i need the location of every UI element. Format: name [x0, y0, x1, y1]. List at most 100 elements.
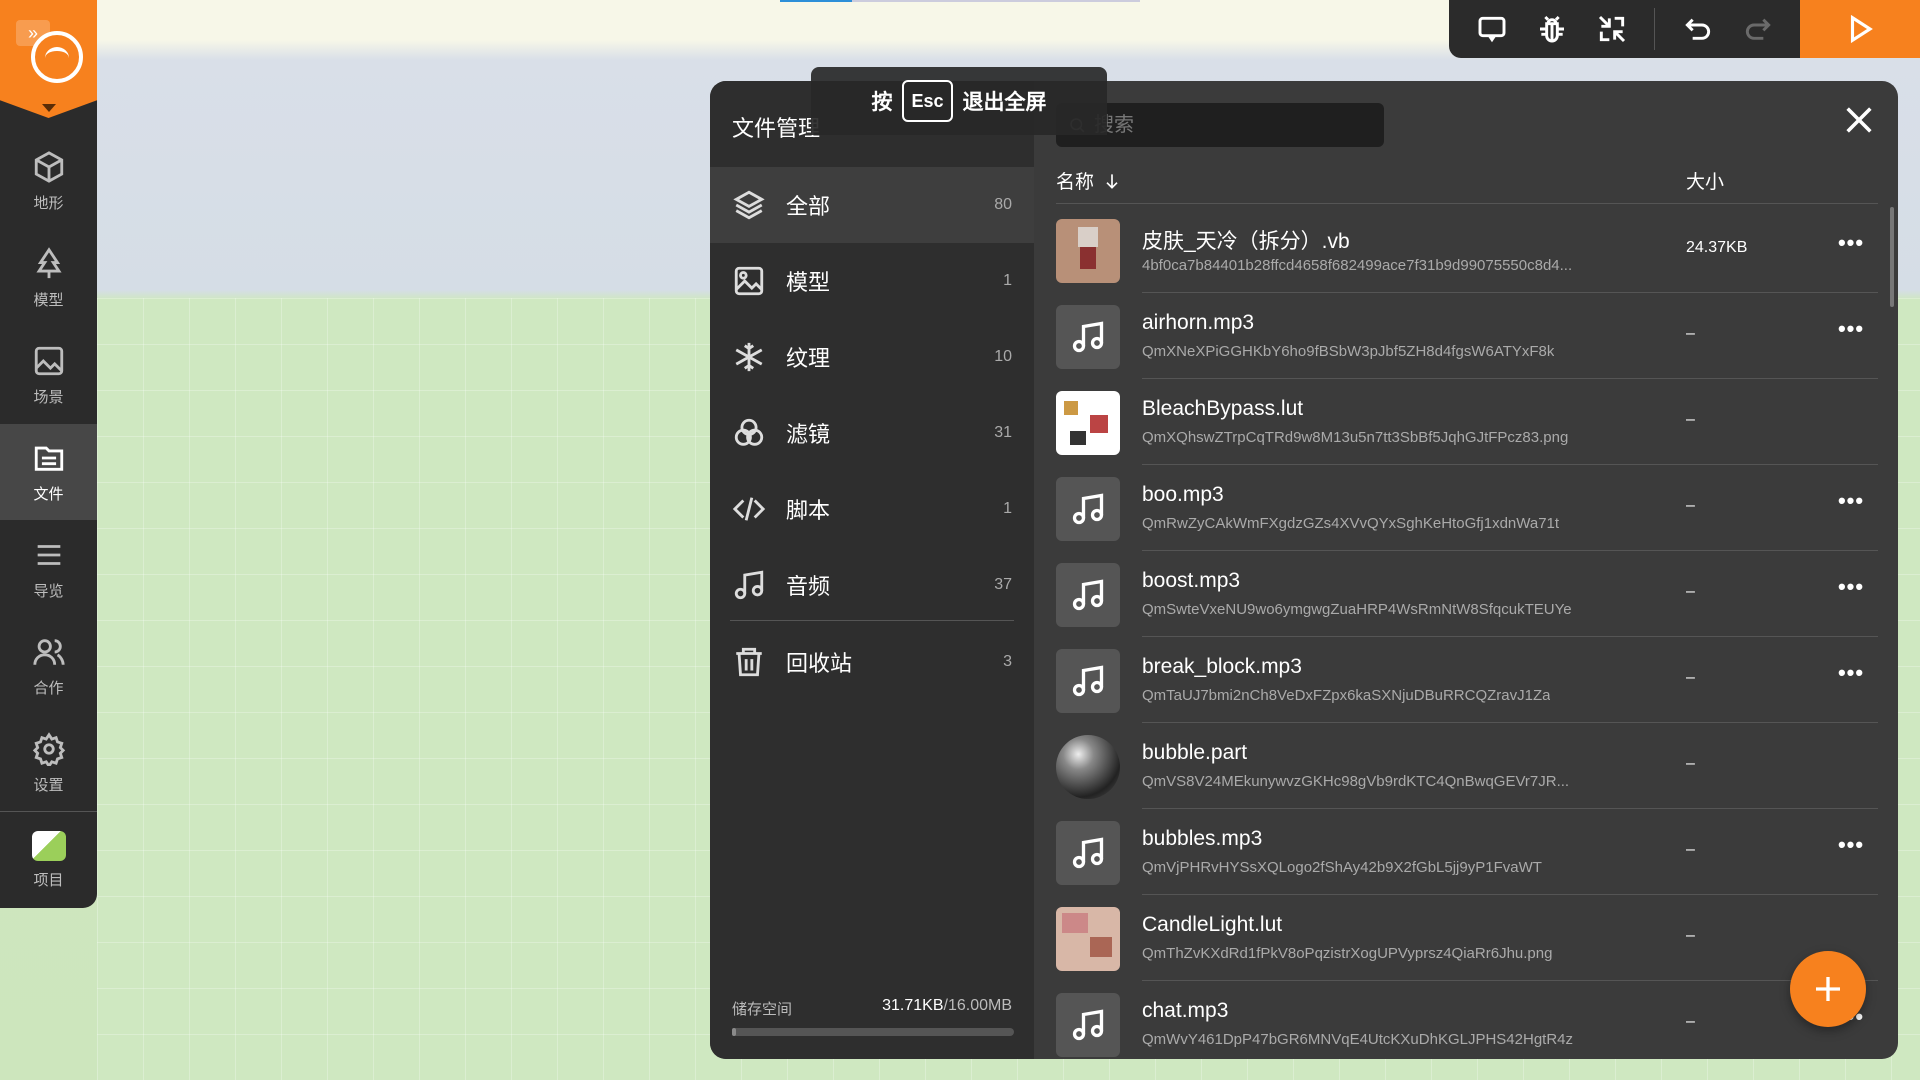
file-hash: QmXNeXPiGGHKbY6ho9fBSbW3pJbf5ZH8d4fgsW6A…	[1142, 343, 1555, 360]
file-row[interactable]: 皮肤_天冷（拆分）.vb 4bf0ca7b84401b28ffcd4658f682…	[1056, 207, 1878, 293]
category-audio[interactable]: 音频 37	[710, 547, 1034, 623]
category-label: 音频	[786, 574, 831, 599]
more-options-icon[interactable]: •••	[1836, 662, 1866, 693]
undo-button[interactable]	[1679, 10, 1717, 48]
file-size: –	[1686, 583, 1695, 600]
debug-button[interactable]	[1533, 10, 1571, 48]
filter-circles-icon	[734, 418, 764, 446]
close-button[interactable]	[1842, 103, 1876, 137]
category-label: 回收站	[786, 651, 853, 676]
category-filters[interactable]: 滤镜 31	[710, 395, 1034, 471]
file-row[interactable]: airhorn.mp3 QmXNeXPiGGHKbY6ho9fBSbW3pJbf5…	[1056, 293, 1878, 379]
file-row[interactable]: chat.mp3 QmWvY461DpP47bGR6MNVqE4UtcKXuDhK…	[1056, 981, 1878, 1059]
file-row[interactable]: bubble.part QmVS8V24MEkunywvzGKHc98gVb9rd…	[1056, 723, 1878, 809]
file-size: –	[1686, 411, 1695, 428]
close-icon	[1846, 107, 1872, 133]
redo-button[interactable]	[1739, 10, 1777, 48]
category-scripts[interactable]: 脚本 1	[710, 471, 1034, 547]
more-options-icon[interactable]: •••	[1836, 232, 1866, 263]
file-name: bubble.part	[1142, 741, 1248, 764]
image-icon	[34, 346, 63, 375]
project-thumbnail	[31, 830, 66, 861]
column-size-header[interactable]: 大小	[1686, 167, 1724, 194]
file-name: BleachBypass.lut	[1142, 397, 1304, 420]
file-name: boo.mp3	[1142, 483, 1224, 506]
file-row[interactable]: BleachBypass.lut QmXQhswZTrpCqTRd9w8M13u5…	[1056, 379, 1878, 465]
file-list-icon	[34, 446, 63, 471]
more-options-icon[interactable]: •••	[1836, 318, 1866, 349]
sidebar-item-label: 设置	[33, 776, 64, 794]
more-options-icon[interactable]: •••	[1836, 834, 1866, 865]
file-thumbnail	[1056, 563, 1120, 627]
add-file-button[interactable]	[1790, 951, 1866, 1027]
cube-icon	[34, 150, 63, 183]
file-row[interactable]: boo.mp3 QmRwZyCAkWmFXgdzGZs4XVvQYxSghKeHt…	[1056, 465, 1878, 551]
column-name-header[interactable]: 名称	[1056, 167, 1122, 194]
hint-suffix: 退出全屏	[962, 91, 1047, 114]
column-size-label: 大小	[1686, 172, 1725, 193]
file-thumbnail	[1056, 305, 1120, 369]
file-thumbnail	[1056, 391, 1120, 455]
run-button[interactable]	[1800, 0, 1920, 58]
exit-fullscreen-button[interactable]	[1593, 10, 1631, 48]
file-row[interactable]: break_block.mp3 QmTaUJ7bmi2nCh8VeDxFZpx6k…	[1056, 637, 1878, 723]
app-logo[interactable]: »	[0, 0, 97, 118]
code-icon	[732, 497, 766, 521]
layers-icon	[733, 190, 765, 220]
file-hash: QmTaUJ7bmi2nCh8VeDxFZpx6kaSXNjuDBuRRCQZr…	[1142, 687, 1551, 704]
file-thumbnail	[1056, 649, 1120, 713]
list-icon	[37, 544, 60, 565]
storage-label: 储存空间	[732, 1001, 793, 1018]
comment-button[interactable]	[1473, 10, 1511, 48]
file-size: 24.37KB	[1686, 239, 1748, 256]
file-row[interactable]: bubbles.mp3 QmVjPHRvHYSsXQLogo2fShAy42b9X…	[1056, 809, 1878, 895]
sidebar-item-settings[interactable]: 设置	[0, 715, 97, 811]
file-row[interactable]: boost.mp3 QmSwteVxeNU9wo6ymgwgZuaHRP4WsRm…	[1056, 551, 1878, 637]
sidebar-item-guide[interactable]: 导览	[0, 521, 97, 617]
file-hash: QmWvY461DpP47bGR6MNVqE4UtcKXuDhKGLJPHS42…	[1142, 1031, 1574, 1048]
file-size: –	[1686, 927, 1695, 944]
category-models[interactable]: 模型 1	[710, 243, 1034, 319]
gear-icon	[32, 731, 65, 766]
toolbar-divider	[1654, 8, 1655, 50]
undo-icon	[1685, 18, 1711, 40]
category-sidebar: 文件管理 全部 80 模型 1 纹理 10 滤镜 31 脚本 1 音频 37 回…	[710, 81, 1034, 1059]
sidebar-item-model[interactable]: 模型	[0, 230, 97, 326]
file-hash: QmVS8V24MEkunywvzGKHc98gVb9rdKTC4QnBwqGE…	[1142, 773, 1570, 790]
file-thumbnail	[1056, 477, 1120, 541]
category-label: 滤镜	[786, 422, 831, 447]
file-row[interactable]: CandleLight.lut QmThZvKXdRd1fPkV8oPqzistr…	[1056, 895, 1878, 981]
sidebar-item-label: 项目	[33, 871, 64, 889]
sidebar-item-label: 场景	[33, 388, 64, 406]
debug-icon	[1540, 15, 1564, 43]
storage-total: /16.00MB	[943, 997, 1012, 1014]
search-input[interactable]	[1094, 113, 1374, 137]
category-count: 80	[994, 196, 1012, 213]
sidebar-item-project[interactable]: 项目	[0, 812, 97, 908]
sidebar-item-collab[interactable]: 合作	[0, 618, 97, 714]
file-size: –	[1686, 755, 1695, 772]
trash-icon	[736, 647, 762, 677]
category-trash[interactable]: 回收站 3	[710, 624, 1034, 700]
more-options-icon[interactable]: •••	[1836, 576, 1866, 607]
category-label: 纹理	[786, 346, 831, 371]
sidebar-item-label: 合作	[33, 679, 64, 697]
storage-bar-fill	[732, 1028, 736, 1036]
category-count: 37	[994, 576, 1012, 593]
music-note-icon	[1072, 1009, 1104, 1041]
category-textures[interactable]: 纹理 10	[710, 319, 1034, 395]
comment-icon	[1478, 16, 1506, 43]
sidebar-item-files[interactable]: 文件	[0, 424, 97, 520]
sidebar-item-terrain[interactable]: 地形	[0, 133, 97, 229]
scrollbar[interactable]	[1890, 207, 1894, 307]
file-hash: 4bf0ca7b84401b28ffcd4658f682499ace7f31b9…	[1142, 257, 1573, 274]
chevron-down-icon	[42, 104, 56, 112]
category-label: 全部	[786, 194, 831, 219]
storage-bar	[732, 1028, 1014, 1036]
category-all[interactable]: 全部 80	[710, 167, 1034, 243]
category-label: 脚本	[786, 498, 831, 523]
play-icon	[1850, 14, 1873, 44]
sidebar-item-scene[interactable]: 场景	[0, 327, 97, 423]
more-options-icon[interactable]: •••	[1836, 490, 1866, 521]
file-name: airhorn.mp3	[1142, 311, 1255, 334]
